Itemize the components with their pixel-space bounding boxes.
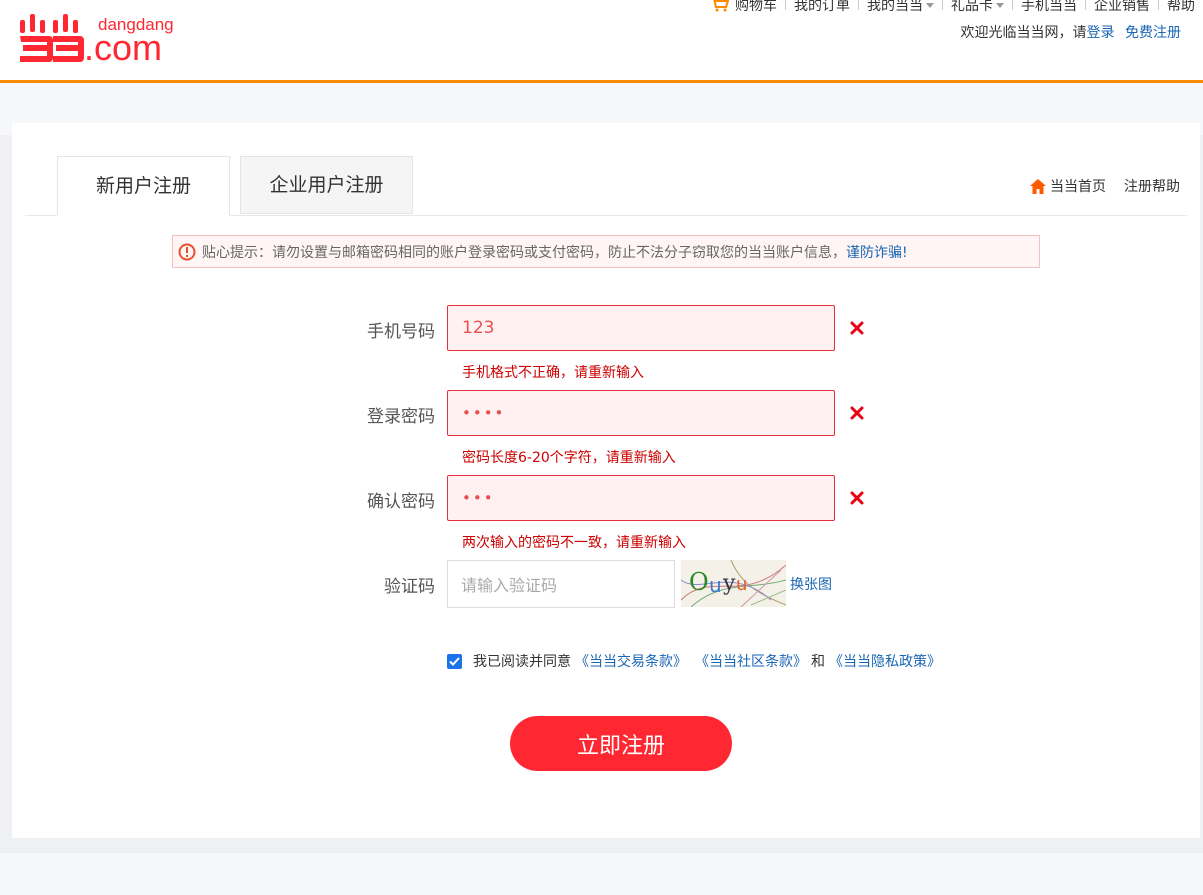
nav-cart[interactable]: 购物车	[703, 0, 785, 15]
anti-fraud-link[interactable]: 谨防诈骗!	[846, 242, 908, 262]
password-error: 密码长度6-20个字符，请重新输入	[462, 450, 676, 466]
error-x-icon	[850, 491, 864, 505]
phone-label: 手机号码	[367, 322, 435, 342]
quick-links: 当当首页 注册帮助	[1012, 176, 1180, 196]
dangdang-logo[interactable]: dangdang .com	[18, 10, 193, 66]
community-terms-link[interactable]: 《当当社区条款》	[695, 651, 807, 671]
privacy-policy-link[interactable]: 《当当隐私政策》	[829, 651, 941, 671]
top-navigation: 购物车 我的订单 我的当当 礼品卡 手机当当 企业销售 帮助	[703, 0, 1203, 16]
tab-new-user[interactable]: 新用户注册	[57, 156, 230, 216]
tab-enterprise-user[interactable]: 企业用户注册	[240, 156, 413, 214]
welcome-bar: 欢迎光临当当网，请登录 免费注册	[961, 22, 1181, 42]
svg-text:u: u	[736, 574, 747, 595]
confirm-password-label: 确认密码	[367, 492, 435, 512]
confirm-password-error: 两次输入的密码不一致，请重新输入	[462, 535, 686, 551]
refresh-captcha-link[interactable]: 换张图	[790, 574, 832, 594]
svg-text:O: O	[689, 568, 709, 596]
nav-mobile[interactable]: 手机当当	[1013, 0, 1085, 15]
svg-text:u: u	[709, 573, 722, 597]
trade-terms-link[interactable]: 《当当交易条款》	[575, 651, 687, 671]
captcha-image[interactable]: O u y u	[681, 560, 786, 607]
security-tip: 贴心提示：请勿设置与邮箱密码相同的账户登录密码或支付密码，防止不法分子窃取您的当…	[172, 235, 1040, 268]
agreement-row: 我已阅读并同意 《当当交易条款》 《当当社区条款》 和 《当当隐私政策》	[447, 651, 941, 671]
nav-gift-card[interactable]: 礼品卡	[943, 0, 1012, 15]
nav-help-label: 帮助	[1167, 0, 1195, 14]
password-input[interactable]: ••••	[447, 390, 835, 436]
nav-mobile-label: 手机当当	[1021, 0, 1077, 14]
error-x-icon	[850, 406, 864, 420]
tip-text: 贴心提示：请勿设置与邮箱密码相同的账户登录密码或支付密码，防止不法分子窃取您的当…	[202, 244, 846, 261]
nav-help[interactable]: 帮助	[1159, 0, 1203, 15]
login-link[interactable]: 登录	[1087, 25, 1115, 41]
cart-icon	[711, 0, 729, 12]
register-help-label: 注册帮助	[1124, 179, 1180, 195]
home-icon	[1030, 178, 1046, 194]
warning-icon	[178, 243, 196, 260]
chevron-down-icon	[926, 2, 934, 8]
home-link[interactable]: 当当首页	[1030, 176, 1106, 196]
nav-cart-label: 购物车	[735, 0, 777, 14]
agreement-and: 和	[811, 654, 825, 670]
home-link-label: 当当首页	[1050, 179, 1106, 195]
captcha-input[interactable]: 请输入验证码	[447, 560, 675, 608]
nav-enterprise-sales-label: 企业销售	[1094, 0, 1150, 14]
nav-my-dangdang[interactable]: 我的当当	[859, 0, 942, 15]
nav-my-orders[interactable]: 我的订单	[786, 0, 858, 15]
nav-my-dangdang-label: 我的当当	[867, 0, 923, 14]
chevron-down-icon	[996, 2, 1004, 8]
register-link[interactable]: 免费注册	[1125, 25, 1181, 41]
register-panel: 新用户注册 企业用户注册 当当首页 注册帮助 贴心提示：请勿设置与邮箱密码相同的…	[12, 123, 1200, 838]
svg-text:.com: .com	[84, 27, 162, 66]
captcha-label: 验证码	[384, 577, 435, 597]
password-label: 登录密码	[367, 407, 435, 427]
site-header: dangdang .com 购物车 我的订单 我的当当 礼品卡 手机当当 企业销…	[0, 0, 1203, 83]
agree-checkbox[interactable]	[447, 653, 462, 669]
error-x-icon	[850, 321, 864, 335]
register-help-link[interactable]: 注册帮助	[1124, 176, 1180, 196]
check-icon	[449, 656, 460, 666]
nav-enterprise-sales[interactable]: 企业销售	[1086, 0, 1158, 15]
phone-error: 手机格式不正确，请重新输入	[462, 365, 644, 381]
confirm-password-input[interactable]: •••	[447, 475, 835, 521]
agreement-text: 我已阅读并同意	[473, 654, 571, 670]
nav-my-orders-label: 我的订单	[794, 0, 850, 14]
register-submit-button[interactable]: 立即注册	[510, 716, 732, 771]
welcome-text: 欢迎光临当当网，请	[960, 25, 1087, 41]
phone-input[interactable]: 123	[447, 305, 835, 351]
svg-text:y: y	[722, 571, 736, 596]
nav-gift-card-label: 礼品卡	[951, 0, 993, 14]
